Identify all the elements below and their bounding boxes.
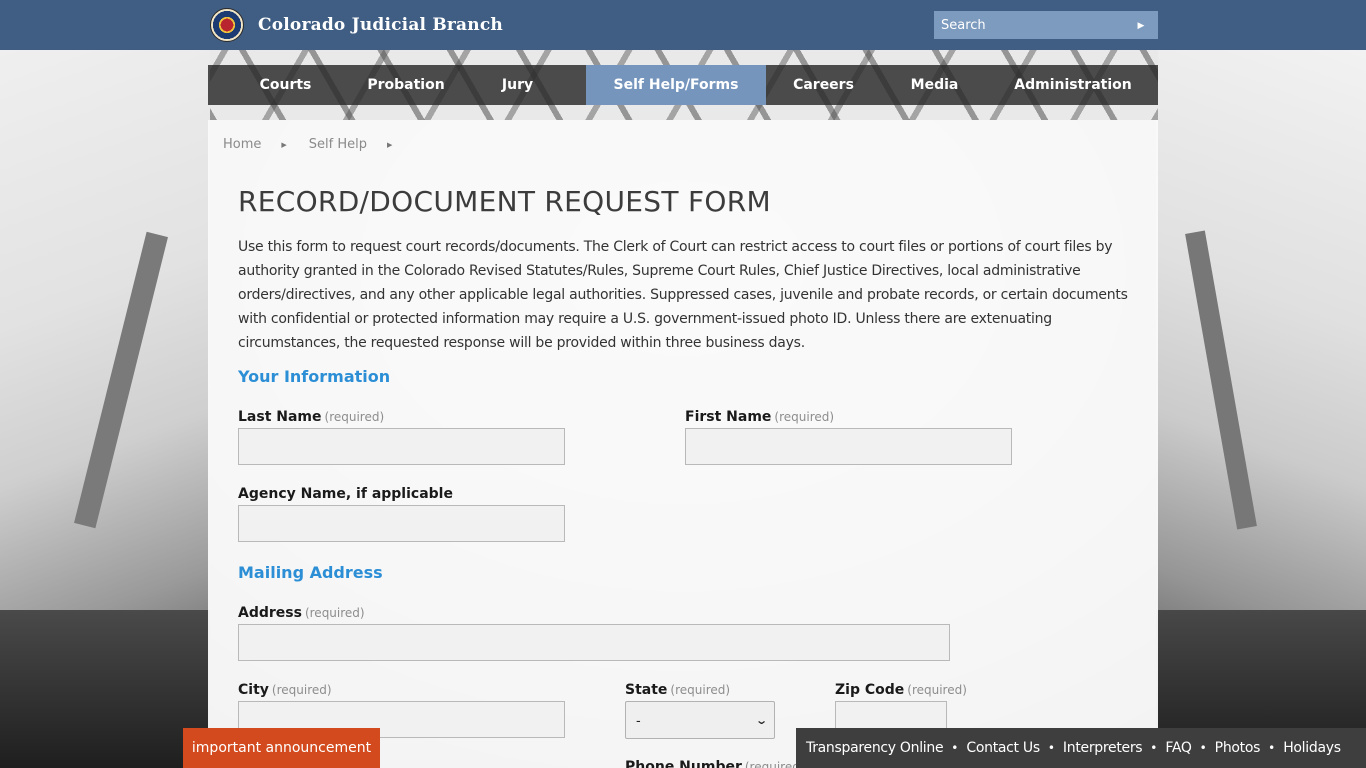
nav-item-jury[interactable]: Jury: [449, 65, 586, 105]
nav-item-administration[interactable]: Administration: [988, 65, 1158, 105]
main-nav: Courts Probation Jury Self Help/Forms Ca…: [208, 65, 1158, 105]
state-label-text: State: [625, 682, 668, 698]
search-input[interactable]: [934, 11, 1124, 39]
triangle-right-icon: ▶: [387, 140, 393, 149]
zip-code-label-text: Zip Code: [835, 682, 905, 698]
background-photo-right: [1156, 50, 1366, 768]
address-label-text: Address: [238, 605, 302, 621]
separator-dot: •: [1047, 741, 1055, 755]
footer-link-faq[interactable]: FAQ: [1165, 740, 1192, 756]
city-label: City (required): [238, 682, 332, 698]
state-selected-value: -: [636, 712, 641, 728]
phone-number-label-text: Phone Number: [625, 759, 742, 768]
section-your-information: Your Information: [238, 367, 391, 386]
search-submit-button[interactable]: ▶: [1124, 11, 1158, 39]
search-box: ▶: [934, 11, 1158, 39]
nav-item-media[interactable]: Media: [881, 65, 988, 105]
brand-link[interactable]: Colorado Judicial Branch: [210, 8, 503, 42]
footer-link-transparency-online[interactable]: Transparency Online: [806, 740, 944, 756]
last-name-label-text: Last Name: [238, 409, 322, 425]
page-title: RECORD/DOCUMENT REQUEST FORM: [238, 185, 771, 218]
last-name-label: Last Name (required): [238, 409, 384, 425]
footer-quick-links: Transparency Online • Contact Us • Inter…: [796, 728, 1366, 768]
nav-item-courts[interactable]: Courts: [208, 65, 363, 105]
separator-dot: •: [1150, 741, 1158, 755]
important-announcement-button[interactable]: important announcement: [183, 728, 380, 768]
triangle-right-icon: ▶: [281, 140, 287, 149]
state-label: State (required): [625, 682, 730, 698]
footer-link-contact-us[interactable]: Contact Us: [966, 740, 1040, 756]
agency-name-input[interactable]: [238, 505, 565, 542]
separator-dot: •: [1268, 741, 1276, 755]
first-name-input[interactable]: [685, 428, 1012, 465]
state-select[interactable]: - ⌄: [625, 701, 775, 739]
chevron-down-icon: ⌄: [754, 714, 768, 727]
zip-code-label: Zip Code (required): [835, 682, 967, 698]
breadcrumb-self-help[interactable]: Self Help: [309, 137, 367, 152]
footer-link-interpreters[interactable]: Interpreters: [1063, 740, 1143, 756]
background-photo-left: [0, 50, 210, 768]
phone-number-label: Phone Number (required): [625, 759, 805, 768]
first-name-label-text: First Name: [685, 409, 772, 425]
separator-dot: •: [1199, 741, 1207, 755]
nav-item-probation[interactable]: Probation: [363, 65, 449, 105]
required-indicator: (required): [304, 606, 365, 620]
nav-item-self-help-forms[interactable]: Self Help/Forms: [586, 65, 766, 105]
required-indicator: (required): [670, 683, 731, 697]
first-name-label: First Name (required): [685, 409, 834, 425]
footer-link-photos[interactable]: Photos: [1215, 740, 1261, 756]
intro-paragraph: Use this form to request court records/d…: [238, 239, 1128, 351]
address-input[interactable]: [238, 624, 950, 661]
colorado-courts-seal-icon: [210, 8, 244, 42]
nav-item-careers[interactable]: Careers: [766, 65, 881, 105]
section-mailing-address: Mailing Address: [238, 563, 383, 582]
required-indicator: (required): [774, 410, 835, 424]
required-indicator: (required): [907, 683, 967, 697]
address-label: Address (required): [238, 605, 365, 621]
separator-dot: •: [951, 741, 959, 755]
triangle-right-icon: ▶: [1137, 19, 1145, 30]
city-label-text: City: [238, 682, 269, 698]
breadcrumb: Home ▶ Self Help ▶: [223, 137, 414, 152]
footer-link-holidays[interactable]: Holidays: [1283, 740, 1341, 756]
required-indicator: (required): [324, 410, 385, 424]
required-indicator: (required): [271, 683, 332, 697]
site-header: Colorado Judicial Branch ▶: [0, 0, 1366, 50]
content-panel: Home ▶ Self Help ▶ RECORD/DOCUMENT REQUE…: [208, 120, 1158, 768]
brand-name: Colorado Judicial Branch: [258, 15, 503, 35]
last-name-input[interactable]: [238, 428, 565, 465]
breadcrumb-home[interactable]: Home: [223, 137, 261, 152]
agency-name-label: Agency Name, if applicable: [238, 486, 453, 502]
